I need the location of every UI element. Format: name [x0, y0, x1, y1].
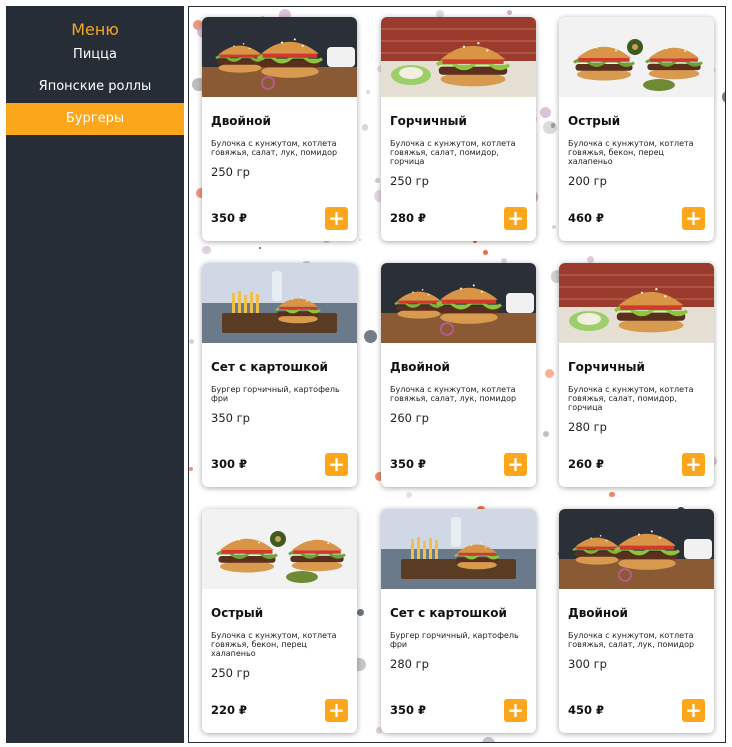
product-weight: 280 гр — [568, 420, 607, 434]
product-weight: 250 гр — [211, 165, 250, 179]
product-price: 300 ₽ — [211, 457, 248, 471]
product-card: Горчичный Булочка с кунжутом, котлета го… — [559, 263, 714, 487]
spicy-burger-photo — [202, 509, 357, 589]
product-price: 450 ₽ — [568, 703, 605, 717]
add-to-cart-button[interactable]: + — [682, 207, 705, 230]
splatter-dot — [540, 107, 552, 119]
sidebar-item-burgers[interactable]: Бургеры — [6, 103, 184, 135]
double-burger-photo — [381, 263, 536, 343]
product-card: Сет с картошкой Бургер горчичный, картоф… — [202, 263, 357, 487]
splatter-dot — [374, 177, 380, 184]
splatter-dot — [483, 250, 489, 256]
product-weight: 350 гр — [211, 411, 250, 425]
splatter-dot — [201, 245, 211, 255]
product-grid: Двойной Булочка с кунжутом, котлета говя… — [188, 6, 726, 743]
product-price: 220 ₽ — [211, 703, 248, 717]
splatter-dot — [551, 225, 556, 230]
product-price: 350 ₽ — [211, 211, 248, 225]
product-description: Бургер горчичный, картофель фри — [390, 631, 519, 649]
product-name: Сет с картошкой — [390, 606, 507, 620]
product-price: 350 ₽ — [390, 457, 427, 471]
add-to-cart-button[interactable]: + — [504, 453, 527, 476]
add-to-cart-button[interactable]: + — [682, 699, 705, 722]
product-card: Сет с картошкой Бургер горчичный, картоф… — [381, 509, 536, 733]
add-to-cart-button[interactable]: + — [325, 453, 348, 476]
product-weight: 260 гр — [390, 411, 429, 425]
product-card: Горчичный Булочка с кунжутом, котлета го… — [381, 17, 536, 241]
add-to-cart-button[interactable]: + — [682, 453, 705, 476]
product-weight: 300 гр — [568, 657, 607, 671]
product-name: Горчичный — [568, 360, 645, 374]
splatter-dot — [406, 491, 413, 498]
product-card: Двойной Булочка с кунжутом, котлета говя… — [202, 17, 357, 241]
product-name: Двойной — [211, 114, 271, 128]
sidebar-item-pizza[interactable]: Пицца — [6, 39, 184, 71]
product-weight: 200 гр — [568, 174, 607, 188]
splatter-dot — [258, 246, 262, 249]
add-to-cart-button[interactable]: + — [504, 699, 527, 722]
splatter-dot — [482, 736, 496, 742]
product-name: Острый — [211, 606, 264, 620]
product-description: Булочка с кунжутом, котлета говяжья, сал… — [568, 631, 695, 649]
double-burger-photo — [559, 509, 714, 589]
add-to-cart-button[interactable]: + — [325, 699, 348, 722]
splatter-dot — [544, 369, 554, 379]
add-to-cart-button[interactable]: + — [504, 207, 527, 230]
product-name: Острый — [568, 114, 621, 128]
splatter-dot — [543, 431, 550, 438]
mustard-burger-photo — [559, 263, 714, 343]
product-card: Двойной Булочка с кунжутом, котлета говя… — [559, 509, 714, 733]
product-description: Бургер горчичный, картофель фри — [211, 385, 340, 403]
sidebar-item-rolls[interactable]: Японские роллы — [6, 71, 184, 103]
splatter-dot — [189, 339, 195, 345]
menu-title: Меню — [71, 20, 119, 39]
product-name: Горчичный — [390, 114, 467, 128]
product-name: Двойной — [390, 360, 450, 374]
splatter-dot — [363, 329, 378, 344]
product-description: Булочка с кунжутом, котлета говяжья, бек… — [211, 631, 337, 658]
mustard-burger-photo — [381, 17, 536, 97]
double-burger-photo — [202, 17, 357, 97]
add-to-cart-button[interactable]: + — [325, 207, 348, 230]
product-description: Булочка с кунжутом, котлета говяжья, сал… — [390, 139, 516, 166]
splatter-dot — [357, 609, 364, 616]
splatter-dot — [366, 90, 370, 94]
product-card: Острый Булочка с кунжутом, котлета говяж… — [202, 509, 357, 733]
splatter-dot — [189, 466, 194, 471]
product-weight: 250 гр — [390, 174, 429, 188]
spicy-burger-photo — [559, 17, 714, 97]
product-price: 350 ₽ — [390, 703, 427, 717]
splatter-dot — [361, 124, 368, 131]
product-card: Двойной Булочка с кунжутом, котлета говя… — [381, 263, 536, 487]
product-price: 260 ₽ — [568, 457, 605, 471]
sidebar-menu: Меню Пицца Японские роллы Бургеры — [6, 6, 184, 743]
burger-set-photo — [202, 263, 357, 343]
product-description: Булочка с кунжутом, котлета говяжья, бек… — [568, 139, 694, 166]
splatter-dot — [722, 91, 725, 103]
burger-set-photo — [381, 509, 536, 589]
product-name: Сет с картошкой — [211, 360, 328, 374]
product-price: 280 ₽ — [390, 211, 427, 225]
splatter-dot — [609, 491, 615, 497]
splatter-dot — [543, 120, 558, 135]
product-name: Двойной — [568, 606, 628, 620]
product-card: Острый Булочка с кунжутом, котлета говяж… — [559, 17, 714, 241]
product-description: Булочка с кунжутом, котлета говяжья, сал… — [390, 385, 517, 403]
product-description: Булочка с кунжутом, котлета говяжья, сал… — [568, 385, 694, 412]
splatter-dot — [358, 238, 361, 241]
product-weight: 280 гр — [390, 657, 429, 671]
product-price: 460 ₽ — [568, 211, 605, 225]
product-weight: 250 гр — [211, 666, 250, 680]
product-description: Булочка с кунжутом, котлета говяжья, сал… — [211, 139, 338, 157]
splatter-dot — [506, 9, 513, 15]
